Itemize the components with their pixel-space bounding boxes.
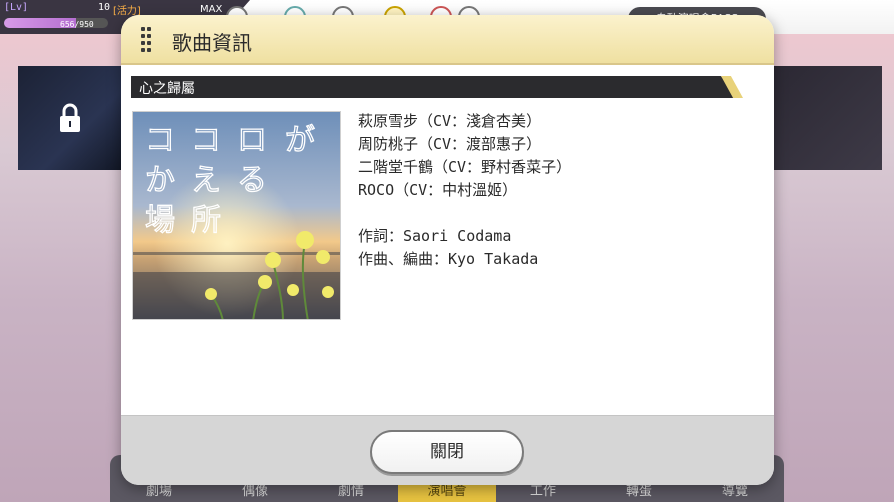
cover-art-char: コ — [145, 123, 175, 158]
song-title-bar — [131, 76, 739, 98]
cover-art-char: コ — [191, 123, 221, 158]
exp-text: 656/950 — [60, 20, 94, 29]
level-value: 10 — [98, 2, 111, 13]
dialog-footer: 關閉 — [121, 415, 774, 485]
cover-art-char: が — [285, 123, 315, 158]
cover-art-char: 所 — [191, 203, 221, 238]
info-line: 周防桃子（CV：渡部惠子） — [358, 135, 542, 153]
cover-art-char: か — [145, 163, 175, 198]
song-thumbnail-right[interactable] — [772, 66, 882, 170]
cover-art-char: ロ — [237, 123, 267, 158]
info-line: 萩原雪步（CV：淺倉杏美） — [358, 112, 542, 130]
cover-art-char: 場 — [145, 203, 175, 238]
max-label: MAX — [200, 4, 223, 15]
cover-art-char: る — [237, 163, 267, 198]
info-line: 作曲、編曲：Kyo Takada — [358, 250, 539, 268]
song-title: 心之歸屬 — [139, 81, 195, 97]
cover-art-char: え — [191, 163, 221, 198]
song-info-dialog: 歌曲資訊 心之歸屬 コ コ ロ が か え る 場 所 萩原雪步（CV：淺倉杏美… — [121, 15, 774, 485]
info-line: ROCO（CV：中村溫姬） — [358, 181, 518, 199]
album-cover: ココロがかえる場所 — [132, 111, 341, 320]
grip-icon — [141, 27, 151, 53]
info-line: 作詞：Saori Codama — [358, 227, 512, 245]
info-line: 二階堂千鶴（CV：野村香菜子） — [358, 158, 572, 176]
dialog-title: 歌曲資訊 — [172, 31, 252, 55]
dialog-header: 歌曲資訊 — [121, 15, 774, 65]
level-label: [Lv] — [4, 2, 29, 13]
lock-icon — [60, 103, 80, 132]
close-button[interactable]: 關閉 — [370, 430, 524, 474]
